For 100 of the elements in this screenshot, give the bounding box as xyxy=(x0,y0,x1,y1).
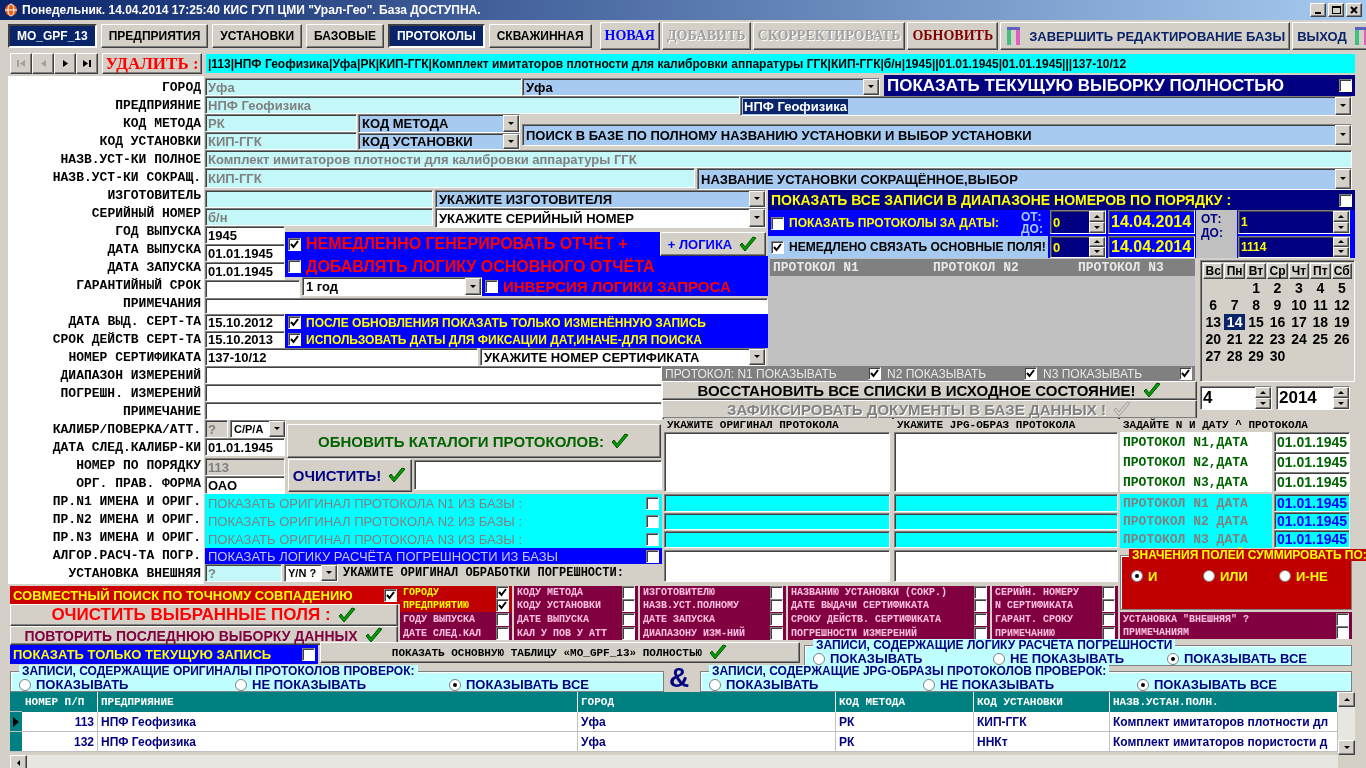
checkbox[interactable] xyxy=(1102,612,1115,626)
column-header[interactable]: ПРЕДПРИЯНИЕ xyxy=(98,692,578,712)
checkbox[interactable] xyxy=(622,599,635,612)
dropdown-button[interactable] xyxy=(503,115,519,132)
calendar-day[interactable]: 1 xyxy=(1245,280,1267,296)
checkbox[interactable] xyxy=(1102,586,1115,599)
checkbox[interactable] xyxy=(974,612,987,626)
spin-field[interactable]: 1114 xyxy=(1238,236,1350,258)
dropdown-button[interactable] xyxy=(749,349,765,365)
dropdown[interactable]: УКАЖИТЕ НОМЕР СЕРТИФИКАТА xyxy=(480,348,766,366)
text-field[interactable] xyxy=(205,402,662,420)
scrollbar[interactable] xyxy=(1338,692,1355,755)
close-button[interactable] xyxy=(1346,3,1362,17)
calendar-day[interactable]: 14 xyxy=(1224,314,1245,330)
checkbox[interactable] xyxy=(1339,193,1352,207)
checkbox[interactable] xyxy=(1336,626,1349,639)
dropdown[interactable]: УКАЖИТЕ ИЗГОТОВИТЕЛЯ xyxy=(435,190,766,208)
text-field[interactable]: 01.01.1945 xyxy=(1274,494,1350,512)
dropdown-button[interactable] xyxy=(465,278,481,295)
text-field[interactable]: НПФ Геофизика xyxy=(205,96,740,114)
checkbox[interactable] xyxy=(1336,612,1349,626)
spin-field[interactable]: 2014 xyxy=(1276,386,1350,410)
text-field[interactable] xyxy=(205,190,433,208)
text-field[interactable]: 01.01.1945 xyxy=(1274,472,1350,492)
checkbox[interactable] xyxy=(1102,599,1115,612)
calendar-day[interactable]: 7 xyxy=(1224,297,1245,313)
text-field[interactable] xyxy=(664,494,890,512)
dropdown[interactable]: С/Р/А xyxy=(230,420,286,438)
calendar-day[interactable]: 9 xyxy=(1267,297,1288,313)
calendar-day[interactable]: 25 xyxy=(1310,331,1331,347)
dropdown[interactable]: НПФ Геофизика xyxy=(740,96,1352,116)
text-field[interactable]: 01.01.1945 xyxy=(1274,452,1350,472)
calendar-day[interactable]: 21 xyxy=(1224,331,1245,347)
text-field[interactable]: 14.04.2014 xyxy=(1108,210,1195,234)
action-button[interactable]: ПОВТОРИТЬ ПОСЛЕДНЮЮ ВЫБОРКУ ДАННЫХ xyxy=(10,626,398,645)
spin-buttons[interactable] xyxy=(1333,237,1349,257)
text-field[interactable] xyxy=(664,513,890,530)
checkbox[interactable] xyxy=(770,586,783,599)
calendar-day[interactable]: 11 xyxy=(1310,297,1331,313)
calendar-day[interactable]: 6 xyxy=(1203,297,1224,313)
text-field[interactable]: 14.04.2014 xyxy=(1108,236,1195,258)
text-field[interactable] xyxy=(205,298,768,314)
tab[interactable]: MO_GPF_13 xyxy=(8,24,97,48)
dropdown[interactable]: ПОИСК В БАЗЕ ПО ПОЛНОМУ НАЗВАНИЮ УСТАНОВКИ И ВЫБОР УСТАНОВКИ xyxy=(522,124,1352,146)
text-field[interactable] xyxy=(664,550,890,582)
spin-field[interactable]: 4 xyxy=(1200,386,1272,410)
checkbox[interactable] xyxy=(485,280,498,293)
checkbox[interactable] xyxy=(1024,367,1037,380)
column-header[interactable]: ГОРОД xyxy=(578,692,836,712)
checkbox[interactable] xyxy=(288,237,301,251)
dropdown[interactable]: НАЗВАНИЕ УСТАНОВКИ СОКРАЩЁННОЕ,ВЫБОР xyxy=(697,168,1352,190)
text-field[interactable]: 15.10.2013 xyxy=(205,331,285,348)
minimize-button[interactable] xyxy=(1310,3,1326,17)
calendar-day[interactable]: 13 xyxy=(1203,314,1224,330)
toolbar-button[interactable]: НОВАЯ xyxy=(599,22,660,50)
tab[interactable]: ПРОТОКОЛЫ xyxy=(388,24,485,48)
checkbox[interactable] xyxy=(770,626,783,640)
action-button[interactable]: + ЛОГИКА xyxy=(660,232,766,256)
checkbox[interactable] xyxy=(1179,367,1192,380)
dropdown-button[interactable] xyxy=(321,565,337,581)
dropdown-button[interactable] xyxy=(1335,169,1351,189)
calendar-day[interactable]: 27 xyxy=(1203,348,1224,364)
calendar-day[interactable]: 12 xyxy=(1331,297,1352,313)
calendar-day[interactable]: 29 xyxy=(1245,348,1267,364)
calendar-day[interactable]: 20 xyxy=(1203,331,1224,347)
checkbox[interactable] xyxy=(646,514,659,528)
text-field[interactable]: 137-10/12 xyxy=(205,348,478,366)
calendar-day[interactable]: 24 xyxy=(1288,331,1310,347)
toolbar-button[interactable]: ЗАВЕРШИТЬ РЕДАКТИРОВАНИЕ БАЗЫ xyxy=(1000,22,1291,50)
checkbox[interactable] xyxy=(646,532,659,546)
checkbox[interactable] xyxy=(646,549,659,563)
text-field[interactable] xyxy=(894,531,1118,548)
text-field[interactable] xyxy=(894,494,1118,512)
checkbox[interactable] xyxy=(288,333,301,346)
text-field[interactable] xyxy=(205,280,300,298)
text-field[interactable] xyxy=(664,531,890,548)
calendar-day[interactable]: 23 xyxy=(1267,331,1288,347)
calendar-day[interactable]: 10 xyxy=(1288,297,1310,313)
action-button[interactable]: ВОССТАНОВИТЬ ВСЕ СПИСКИ В ИСХОДНОЕ СОСТОЯНИЕ! xyxy=(662,381,1197,400)
checkbox[interactable] xyxy=(496,626,509,640)
checkbox[interactable] xyxy=(646,496,659,510)
spin-buttons[interactable] xyxy=(1255,387,1271,409)
checkbox[interactable] xyxy=(974,626,987,640)
checkbox[interactable] xyxy=(288,260,301,273)
dropdown[interactable]: 1 год xyxy=(302,277,482,296)
spin-buttons[interactable] xyxy=(1089,237,1105,257)
dropdown-button[interactable] xyxy=(503,134,519,149)
text-field[interactable]: 15.10.2012 xyxy=(205,314,285,331)
checkbox[interactable] xyxy=(496,599,509,612)
text-field[interactable]: 01.01.1945 xyxy=(205,438,285,456)
toolbar-button[interactable]: ВЫХОД xyxy=(1292,22,1366,50)
checkbox[interactable] xyxy=(868,367,881,380)
column-header[interactable]: КОД УСТАНОВКИ xyxy=(974,692,1110,712)
text-field[interactable] xyxy=(205,366,662,384)
nav-button[interactable] xyxy=(54,53,76,74)
checkbox[interactable] xyxy=(496,586,509,599)
spin-buttons[interactable] xyxy=(1333,387,1349,409)
dropdown-button[interactable] xyxy=(1335,125,1351,145)
dropdown-button[interactable] xyxy=(863,79,879,95)
calendar-day[interactable]: 8 xyxy=(1245,297,1267,313)
